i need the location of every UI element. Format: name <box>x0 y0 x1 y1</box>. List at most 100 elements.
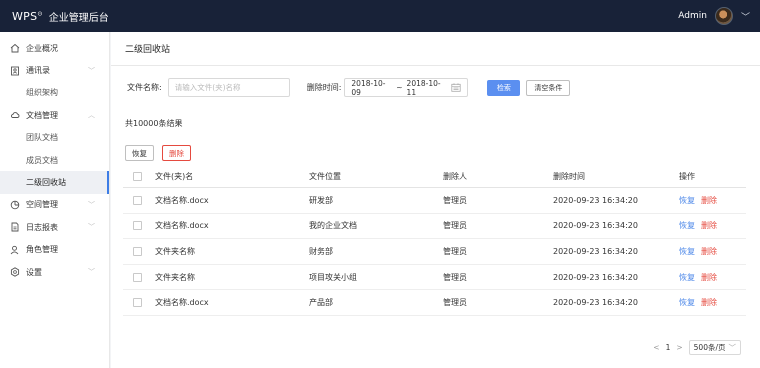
deleter: 管理员 <box>443 246 467 256</box>
file-location: 我的企业文档 <box>309 221 357 231</box>
home-icon <box>10 43 20 53</box>
restore-link[interactable]: 恢复 <box>679 298 695 307</box>
top-bar: WPS⊙ 企业管理后台 Admin ﹀ <box>0 0 760 32</box>
file-name: 文档名称.docx <box>155 221 209 231</box>
calendar-icon[interactable] <box>451 83 462 92</box>
table-row[interactable]: 文件夹名称 财务部 管理员 2020-09-23 16:34:20 恢复 删除 <box>123 239 746 265</box>
page-title: 二级回收站 <box>125 45 171 55</box>
date-range-input[interactable]: 2018-10-09 ~ 2018-10-11 <box>344 78 469 97</box>
page-size-value: 500条/页 <box>693 343 726 352</box>
sidebar-item-label: 通讯录 <box>26 66 50 76</box>
chevron-up-icon: ︿ <box>88 111 95 120</box>
user-menu[interactable]: Admin ﹀ <box>678 7 750 25</box>
filter-bar: 文件名称: 请输入文件(夹)名称 删除时间: 2018-10-09 ~ 2018… <box>127 78 571 97</box>
file-location: 项目攻关小组 <box>309 272 357 282</box>
filename-placeholder: 请输入文件(夹)名称 <box>174 83 241 92</box>
logo[interactable]: WPS⊙ 企业管理后台 <box>12 9 109 24</box>
prev-page-button[interactable]: < <box>653 343 659 352</box>
sidebar-item-label: 文档管理 <box>26 110 58 120</box>
report-icon <box>10 222 20 232</box>
settings-icon <box>10 267 20 277</box>
sidebar-item-label: 团队文档 <box>26 133 58 143</box>
app-title: 企业管理后台 <box>48 12 109 24</box>
chevron-down-icon[interactable]: ﹀ <box>741 10 750 23</box>
delete-time: 2020-09-23 16:34:20 <box>553 195 638 205</box>
user-icon <box>10 245 20 255</box>
page-header: 二级回收站 <box>111 32 760 66</box>
row-actions: 恢复 删除 <box>679 297 717 308</box>
clear-filters-button[interactable]: 清空条件 <box>526 79 571 96</box>
sidebar-item-contacts[interactable]: 通讯录 ﹀ <box>0 59 109 81</box>
table-row[interactable]: 文件夹名称 项目攻关小组 管理员 2020-09-23 16:34:20 恢复删… <box>123 265 746 291</box>
table-row[interactable]: 文档名称.docx 产品部 管理员 2020-09-23 16:34:20 恢复… <box>123 290 746 316</box>
restore-link[interactable]: 恢复 <box>679 221 695 230</box>
file-name: 文件夹名称 <box>155 246 195 256</box>
filename-label: 文件名称: <box>127 83 162 92</box>
sidebar-item-org[interactable]: 组织架构 <box>0 82 109 104</box>
delete-link[interactable]: 删除 <box>701 298 717 307</box>
sidebar-item-member-docs[interactable]: 成员文档 <box>0 149 109 171</box>
table-row[interactable]: 文档名称.docx 研发部 管理员 2020-09-23 16:34:20 恢复… <box>123 188 746 214</box>
result-count: 共10000条结果 <box>125 119 183 128</box>
delete-link[interactable]: 删除 <box>701 221 717 230</box>
chevron-down-icon: ﹀ <box>728 343 737 352</box>
date-label: 删除时间: <box>306 83 342 92</box>
contacts-icon <box>10 66 20 76</box>
delete-link[interactable]: 删除 <box>701 196 717 205</box>
delete-button[interactable]: 删除 <box>162 145 191 161</box>
sidebar-item-label: 角色管理 <box>26 245 58 255</box>
sidebar-item-recycle-bin[interactable]: 二级回收站 <box>0 171 109 194</box>
column-header: 删除时间 <box>553 172 585 181</box>
filename-input[interactable]: 请输入文件(夹)名称 <box>167 78 290 97</box>
chevron-down-icon: ﹀ <box>88 268 95 277</box>
file-location: 财务部 <box>309 246 333 256</box>
sidebar-item-reports[interactable]: 日志报表 ﹀ <box>0 216 109 238</box>
next-page-button[interactable]: > <box>676 343 682 352</box>
file-location: 产品部 <box>309 298 333 308</box>
sidebar: 企业概况 通讯录 ﹀ 组织架构 文档管理 ︿ 团队文档 成员文档 二级回收站 空… <box>0 32 110 368</box>
row-actions: 恢复 删除 <box>679 272 717 283</box>
file-name: 文件夹名称 <box>155 272 195 282</box>
column-header: 操作 <box>679 172 695 181</box>
row-checkbox[interactable] <box>133 272 142 282</box>
restore-link[interactable]: 恢复 <box>679 196 695 205</box>
sidebar-item-settings[interactable]: 设置 ﹀ <box>0 261 109 283</box>
delete-time: 2020-09-23 16:34:20 <box>553 221 638 231</box>
user-name: Admin <box>678 11 707 21</box>
row-actions: 恢复 删除 <box>679 246 717 257</box>
date-start: 2018-10-09 <box>351 78 386 97</box>
column-header: 文件位置 <box>309 172 341 181</box>
sidebar-item-team-docs[interactable]: 团队文档 <box>0 127 109 149</box>
sidebar-item-label: 设置 <box>26 267 42 277</box>
sidebar-item-space[interactable]: 空间管理 ﹀ <box>0 194 109 216</box>
sidebar-item-label: 组织架构 <box>26 88 58 98</box>
date-end: 2018-10-11 <box>406 78 441 97</box>
table-header: 文件(夹)名 文件位置 删除人 删除时间 操作 <box>123 166 746 188</box>
row-checkbox[interactable] <box>133 195 142 205</box>
row-checkbox[interactable] <box>133 298 142 308</box>
row-checkbox[interactable] <box>133 221 142 231</box>
restore-button[interactable]: 恢复 <box>125 145 154 161</box>
search-button[interactable]: 检索 <box>487 79 521 96</box>
delete-time: 2020-09-23 16:34:20 <box>553 246 638 256</box>
sidebar-item-label: 企业概况 <box>26 43 58 53</box>
sidebar-item-roles[interactable]: 角色管理 <box>0 239 109 261</box>
deleter: 管理员 <box>443 221 467 231</box>
page-size-select[interactable]: 500条/页 ﹀ <box>688 340 741 355</box>
restore-link[interactable]: 恢复 <box>679 247 695 256</box>
delete-link[interactable]: 删除 <box>701 273 717 282</box>
delete-link[interactable]: 删除 <box>701 247 717 256</box>
row-actions: 恢复 删除 <box>679 220 717 231</box>
sidebar-item-label: 空间管理 <box>26 200 58 210</box>
sidebar-item-docs[interactable]: 文档管理 ︿ <box>0 104 109 126</box>
bulk-actions: 恢复 删除 <box>125 145 191 161</box>
row-checkbox[interactable] <box>133 246 142 256</box>
select-all-checkbox[interactable] <box>133 172 142 181</box>
file-name: 文档名称.docx <box>155 298 209 308</box>
deleter: 管理员 <box>443 195 467 205</box>
restore-link[interactable]: 恢复 <box>679 273 695 282</box>
avatar[interactable] <box>714 7 733 25</box>
current-page[interactable]: 1 <box>666 343 671 352</box>
sidebar-item-overview[interactable]: 企业概况 <box>0 37 109 59</box>
table-row[interactable]: 文档名称.docx 我的企业文档 管理员 2020-09-23 16:34:20… <box>123 214 746 240</box>
